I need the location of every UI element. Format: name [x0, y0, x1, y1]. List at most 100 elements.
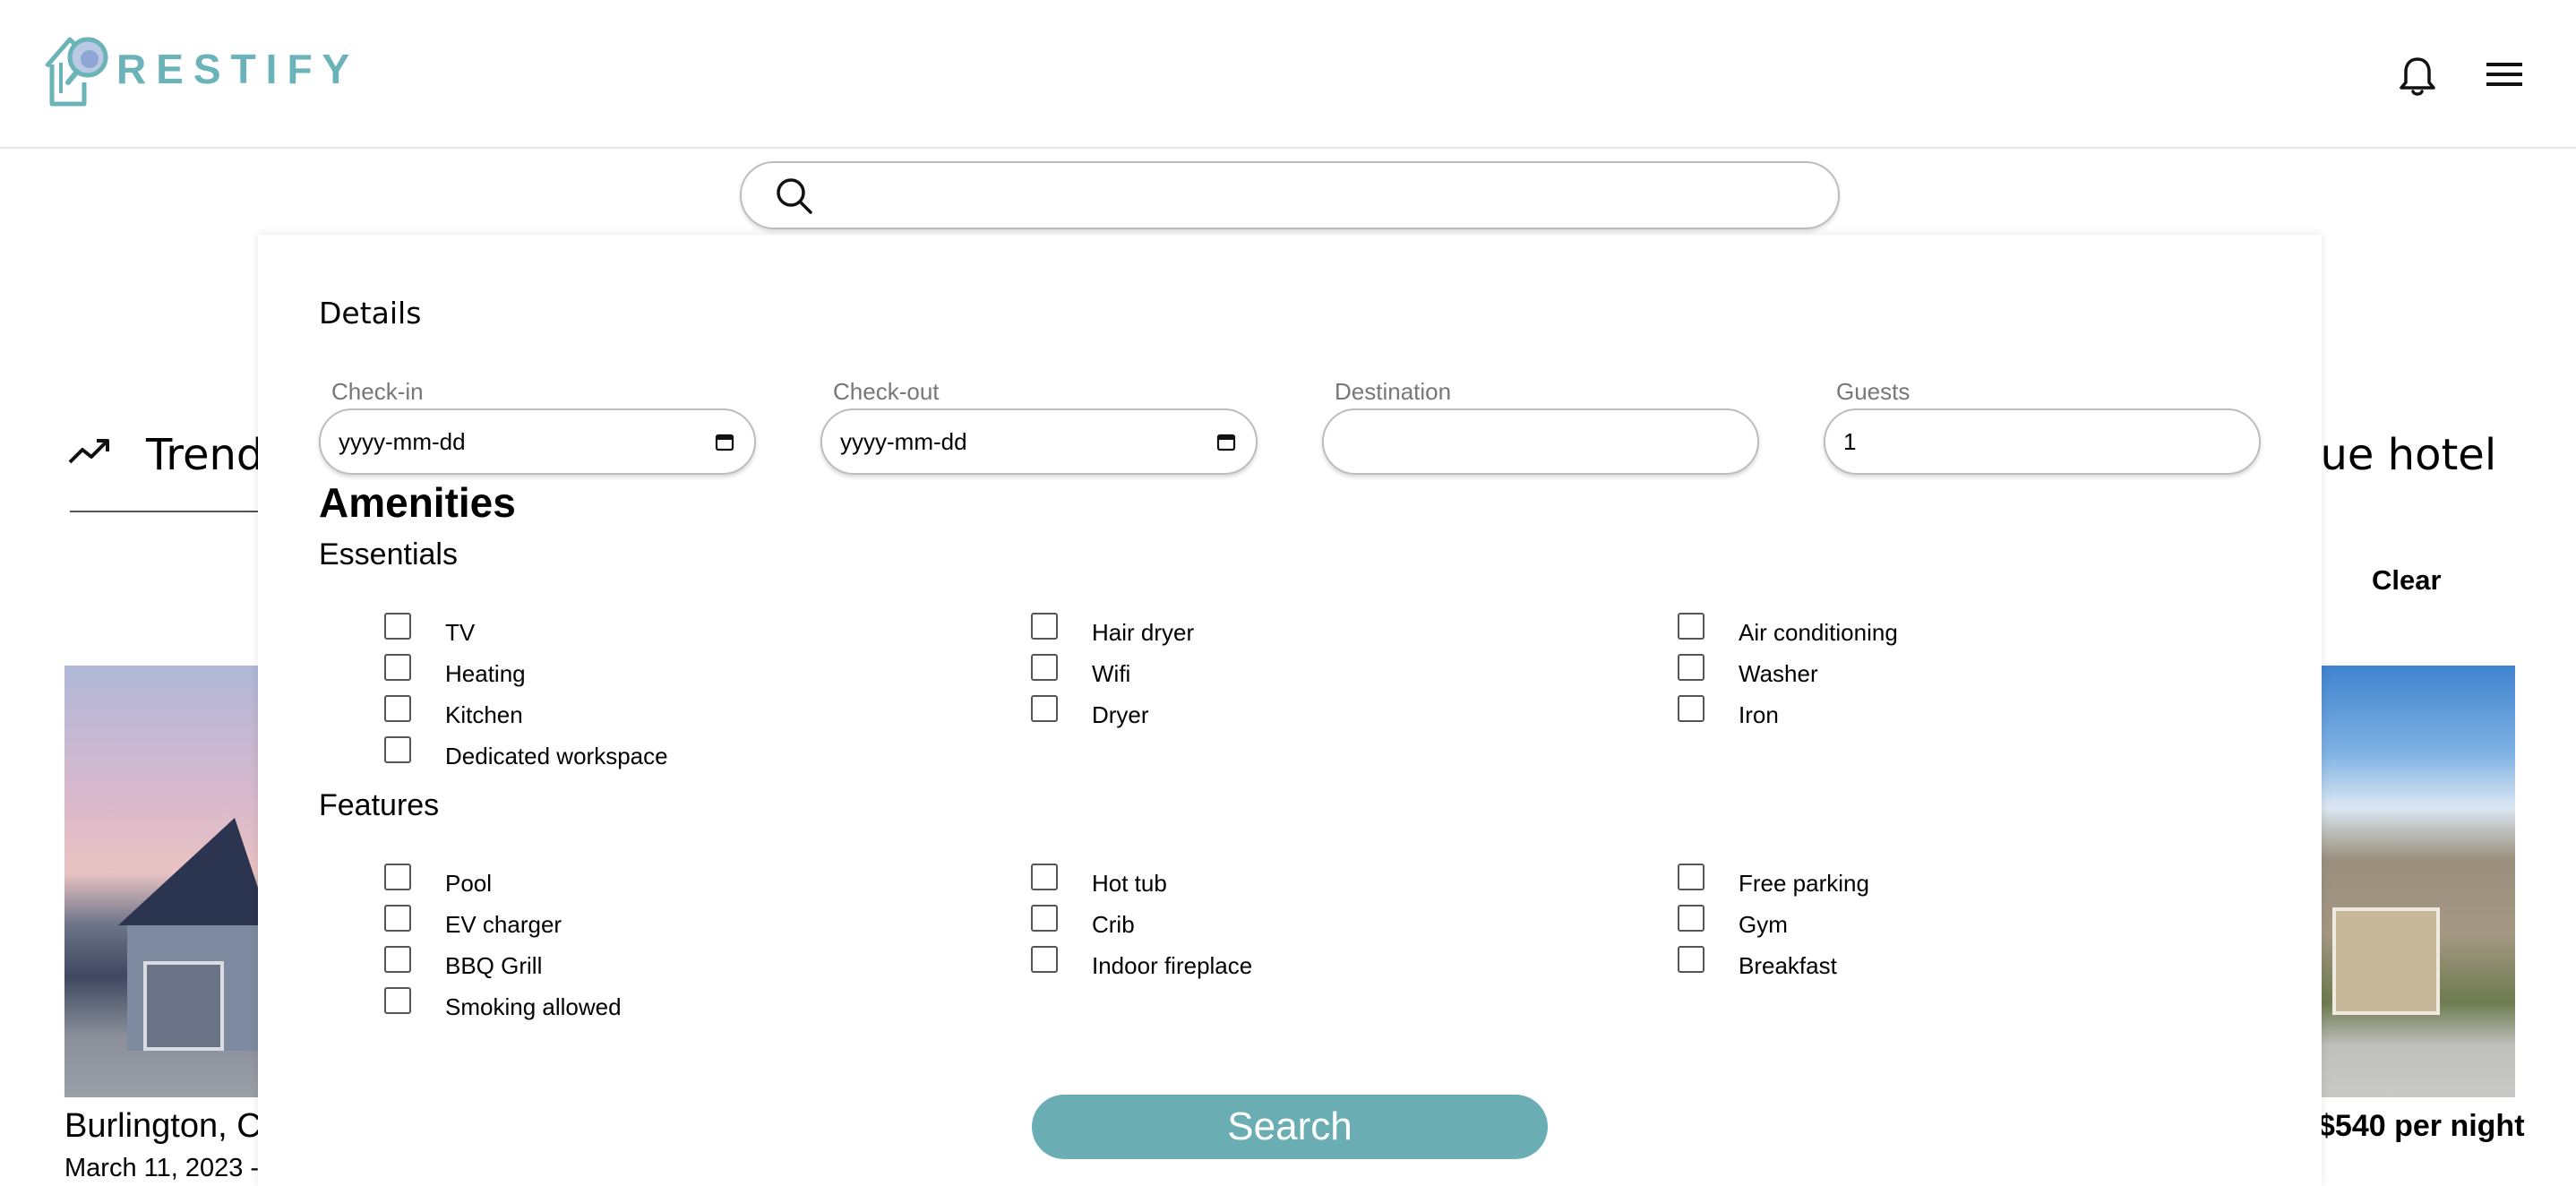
feature-label: BBQ Grill — [445, 952, 543, 979]
features-heading: Features — [319, 788, 440, 822]
checkout-value: yyyy-mm-dd — [840, 427, 967, 455]
amenity-label: Iron — [1739, 701, 1779, 728]
washer-checkbox[interactable] — [1678, 654, 1704, 681]
trending-up-icon — [68, 439, 109, 464]
feature-label: Breakfast — [1739, 952, 1837, 979]
checkin-label: Check-in — [331, 378, 424, 405]
feature-label: EV charger — [445, 911, 562, 938]
dryer-checkbox[interactable] — [1031, 695, 1058, 722]
boutique-hotel-tab-label[interactable]: que hotel — [2293, 430, 2496, 480]
garage-door-shape — [2332, 907, 2440, 1015]
search-icon[interactable] — [774, 176, 815, 217]
pool-checkbox[interactable] — [384, 864, 411, 890]
restify-logo[interactable]: RESTIFY — [38, 29, 359, 109]
feature-crib[interactable]: Crib — [1031, 903, 1135, 939]
gym-checkbox[interactable] — [1678, 905, 1704, 932]
smoking-allowed-checkbox[interactable] — [384, 987, 411, 1014]
feature-pool[interactable]: Pool — [384, 862, 492, 898]
amenity-tv[interactable]: TV — [384, 611, 475, 647]
search-button[interactable]: Search — [1032, 1095, 1548, 1159]
notification-bell-icon[interactable] — [2393, 52, 2442, 100]
amenity-label: Heating — [445, 660, 526, 687]
tv-checkbox[interactable] — [384, 613, 411, 640]
breakfast-checkbox[interactable] — [1678, 946, 1704, 973]
search-input[interactable] — [831, 172, 1799, 220]
guests-field: Guests 1 — [1824, 378, 2261, 475]
filter-panel: Details Check-in yyyy-mm-dd Check-out yy… — [258, 235, 2322, 1186]
feature-gym[interactable]: Gym — [1678, 903, 1788, 939]
checkin-date-input[interactable]: yyyy-mm-dd — [319, 408, 756, 475]
amenity-dedicated-workspace[interactable]: Dedicated workspace — [384, 735, 668, 770]
checkout-field: Check-out yyyy-mm-dd — [820, 378, 1258, 475]
amenities-heading: Amenities — [319, 479, 516, 526]
trending-tab-label[interactable]: Trendi — [146, 430, 276, 480]
destination-label: Destination — [1335, 378, 1452, 405]
bbq-grill-checkbox[interactable] — [384, 946, 411, 973]
feature-ev-charger[interactable]: EV charger — [384, 903, 562, 939]
amenity-label: Kitchen — [445, 701, 523, 728]
listing-date: March 11, 2023 - — [64, 1154, 260, 1182]
crib-checkbox[interactable] — [1031, 905, 1058, 932]
calendar-icon[interactable] — [715, 432, 734, 451]
hot-tub-checkbox[interactable] — [1031, 864, 1058, 890]
calendar-icon[interactable] — [1216, 432, 1236, 451]
feature-hot-tub[interactable]: Hot tub — [1031, 862, 1167, 898]
clear-button[interactable]: Clear — [2372, 564, 2442, 597]
amenity-label: Dryer — [1092, 701, 1149, 728]
guests-label: Guests — [1836, 378, 1911, 405]
amenity-dryer[interactable]: Dryer — [1031, 693, 1149, 729]
amenity-kitchen[interactable]: Kitchen — [384, 693, 523, 729]
feature-label: Indoor fireplace — [1092, 952, 1253, 979]
amenity-heating[interactable]: Heating — [384, 652, 526, 688]
amenity-label: Washer — [1739, 660, 1818, 687]
dedicated-workspace-checkbox[interactable] — [384, 736, 411, 763]
free-parking-checkbox[interactable] — [1678, 864, 1704, 890]
checkout-label: Check-out — [833, 378, 940, 405]
hamburger-menu-icon[interactable] — [2483, 56, 2526, 93]
listing-photo-left[interactable] — [64, 666, 262, 1097]
hair-dryer-checkbox[interactable] — [1031, 613, 1058, 640]
feature-label: Pool — [445, 870, 493, 897]
air-conditioning-checkbox[interactable] — [1678, 613, 1704, 640]
feature-breakfast[interactable]: Breakfast — [1678, 944, 1837, 980]
feature-free-parking[interactable]: Free parking — [1678, 862, 1869, 898]
guests-value: 1 — [1843, 427, 1857, 455]
trending-tab-underline — [70, 511, 285, 512]
amenity-hair-dryer[interactable]: Hair dryer — [1031, 611, 1194, 647]
indoor-fireplace-checkbox[interactable] — [1031, 946, 1058, 973]
destination-input[interactable] — [1322, 408, 1759, 475]
listing-title[interactable]: Burlington, C — [64, 1107, 262, 1146]
amenity-label: Wifi — [1092, 660, 1131, 687]
listing-photo-right[interactable] — [2322, 666, 2515, 1097]
checkout-date-input[interactable]: yyyy-mm-dd — [820, 408, 1258, 475]
garage-door-shape — [143, 961, 224, 1051]
logo-text: RESTIFY — [116, 46, 360, 92]
feature-label: Free parking — [1739, 870, 1869, 897]
ev-charger-checkbox[interactable] — [384, 905, 411, 932]
guests-input[interactable]: 1 — [1824, 408, 2261, 475]
amenity-wifi[interactable]: Wifi — [1031, 652, 1130, 688]
house-roof-shape — [118, 818, 262, 925]
wifi-checkbox[interactable] — [1031, 654, 1058, 681]
amenity-iron[interactable]: Iron — [1678, 693, 1779, 729]
amenity-label: Air conditioning — [1739, 619, 1898, 646]
feature-label: Gym — [1739, 911, 1788, 938]
amenity-label: Hair dryer — [1092, 619, 1195, 646]
heating-checkbox[interactable] — [384, 654, 411, 681]
amenity-washer[interactable]: Washer — [1678, 652, 1818, 688]
iron-checkbox[interactable] — [1678, 695, 1704, 722]
listing-price: $540 per night — [2318, 1109, 2525, 1143]
amenity-label: Dedicated workspace — [445, 743, 668, 769]
essentials-heading: Essentials — [319, 537, 458, 572]
feature-indoor-fireplace[interactable]: Indoor fireplace — [1031, 944, 1252, 980]
kitchen-checkbox[interactable] — [384, 695, 411, 722]
checkin-value: yyyy-mm-dd — [339, 427, 466, 455]
search-bar[interactable] — [740, 161, 1840, 229]
feature-label: Crib — [1092, 911, 1135, 938]
amenity-air-conditioning[interactable]: Air conditioning — [1678, 611, 1898, 647]
feature-smoking-allowed[interactable]: Smoking allowed — [384, 985, 622, 1021]
house-key-logo-icon — [45, 37, 108, 107]
destination-field: Destination — [1322, 378, 1759, 475]
top-header: RESTIFY — [0, 0, 2576, 149]
feature-bbq-grill[interactable]: BBQ Grill — [384, 944, 542, 980]
